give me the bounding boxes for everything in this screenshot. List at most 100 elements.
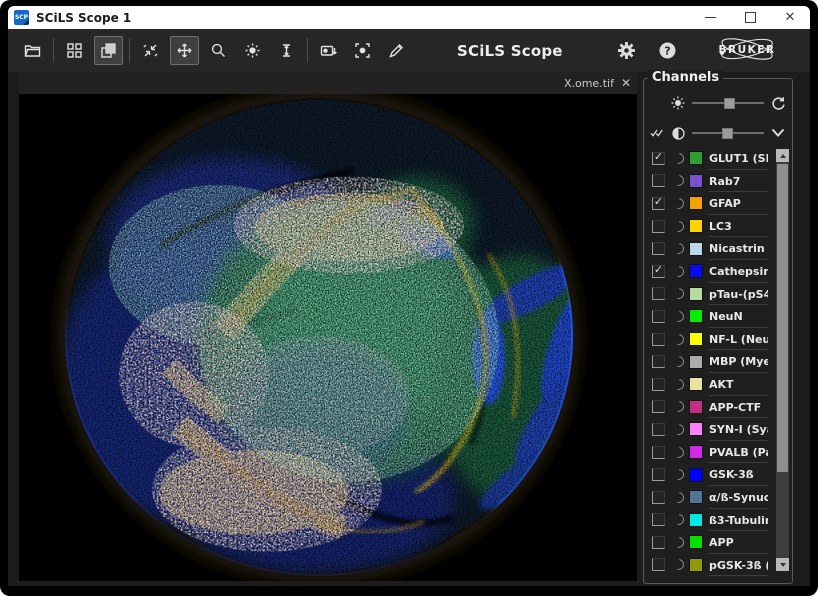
grid-view-icon[interactable] xyxy=(60,36,89,65)
channel-label[interactable]: SYN-I (Syanpsi xyxy=(709,420,768,441)
channel-checkbox[interactable] xyxy=(652,242,665,255)
channel-checkbox[interactable]: ✓ xyxy=(652,152,665,165)
channel-color-swatch[interactable] xyxy=(689,287,703,301)
brightness-icon[interactable] xyxy=(238,36,267,65)
channel-solo-toggle[interactable] xyxy=(671,512,686,527)
minimize-button[interactable] xyxy=(690,6,730,29)
fit-to-view-icon[interactable] xyxy=(136,36,165,65)
channel-color-swatch[interactable] xyxy=(689,377,703,391)
channel-solo-toggle[interactable] xyxy=(671,490,686,505)
channel-solo-toggle[interactable] xyxy=(671,535,686,550)
channel-label[interactable]: MBP (Myelin Ba xyxy=(709,352,768,373)
channel-solo-toggle[interactable] xyxy=(671,422,686,437)
channel-color-swatch[interactable] xyxy=(689,151,703,165)
channel-solo-toggle[interactable] xyxy=(671,399,686,414)
tab-close-icon[interactable]: ✕ xyxy=(621,77,631,89)
channel-solo-toggle[interactable] xyxy=(671,557,686,572)
channel-solo-toggle[interactable] xyxy=(671,286,686,301)
image-tab[interactable]: X.ome.tif ✕ xyxy=(558,72,637,94)
channel-solo-toggle[interactable] xyxy=(671,377,686,392)
channel-label[interactable]: AKT xyxy=(709,375,768,396)
channel-checkbox[interactable] xyxy=(652,423,665,436)
scroll-up-button[interactable] xyxy=(776,149,789,162)
channel-solo-toggle[interactable] xyxy=(671,151,686,166)
channel-label[interactable]: Rab7 xyxy=(709,172,768,193)
channel-color-swatch[interactable] xyxy=(689,445,703,459)
channel-label[interactable]: PVALB (Parvalb xyxy=(709,443,768,464)
scrollbar-thumb[interactable] xyxy=(777,164,788,472)
channel-label[interactable]: Nicastrin xyxy=(709,239,768,260)
channel-color-swatch[interactable] xyxy=(689,332,703,346)
channel-color-swatch[interactable] xyxy=(689,219,703,233)
channel-solo-toggle[interactable] xyxy=(671,444,686,459)
export-image-icon[interactable] xyxy=(314,36,343,65)
channel-solo-toggle[interactable] xyxy=(671,354,686,369)
channel-solo-toggle[interactable] xyxy=(671,241,686,256)
channel-solo-toggle[interactable] xyxy=(671,264,686,279)
channel-checkbox[interactable] xyxy=(652,174,665,187)
image-canvas[interactable] xyxy=(19,94,637,581)
channel-checkbox[interactable] xyxy=(652,287,665,300)
pan-move-icon[interactable] xyxy=(170,36,199,65)
channel-label[interactable]: GFAP xyxy=(709,194,768,215)
channel-solo-toggle[interactable] xyxy=(671,196,686,211)
intensity-range-icon[interactable] xyxy=(272,36,301,65)
channel-label[interactable]: α/ß-Synuclein xyxy=(709,488,768,509)
capture-view-icon[interactable] xyxy=(348,36,377,65)
channel-checkbox[interactable] xyxy=(652,536,665,549)
brightness-slider[interactable] xyxy=(692,97,764,109)
channel-solo-toggle[interactable] xyxy=(671,218,686,233)
channel-checkbox[interactable] xyxy=(652,333,665,346)
channel-color-swatch[interactable] xyxy=(689,400,703,414)
channel-checkbox[interactable] xyxy=(652,220,665,233)
channel-label[interactable]: Cathepsin D xyxy=(709,262,768,283)
chevron-down-icon[interactable] xyxy=(770,128,786,138)
maximize-button[interactable] xyxy=(730,6,770,29)
channel-checkbox[interactable] xyxy=(652,446,665,459)
channel-color-swatch[interactable] xyxy=(689,558,703,572)
channel-checkbox[interactable] xyxy=(652,491,665,504)
channel-label[interactable]: pTau-(pS404) ( xyxy=(709,285,768,306)
contrast-slider[interactable] xyxy=(692,127,764,139)
channel-color-swatch[interactable] xyxy=(689,422,703,436)
channel-color-swatch[interactable] xyxy=(689,468,703,482)
channel-label[interactable]: APP-CTF xyxy=(709,398,768,419)
channel-solo-toggle[interactable] xyxy=(671,309,686,324)
open-folder-icon[interactable] xyxy=(18,36,47,65)
channel-label[interactable]: GSK-3ß xyxy=(709,465,768,486)
channel-label[interactable]: ß3-Tubulin xyxy=(709,511,768,532)
channel-color-swatch[interactable] xyxy=(689,242,703,256)
channel-color-swatch[interactable] xyxy=(689,490,703,504)
channel-checkbox[interactable] xyxy=(652,355,665,368)
channel-color-swatch[interactable] xyxy=(689,355,703,369)
channel-checkbox[interactable] xyxy=(652,400,665,413)
close-button[interactable]: ✕ xyxy=(770,6,810,29)
help-icon[interactable]: ? xyxy=(653,36,682,65)
channel-checkbox[interactable] xyxy=(652,310,665,323)
channel-color-swatch[interactable] xyxy=(689,196,703,210)
channel-checkbox[interactable]: ✓ xyxy=(652,265,665,278)
channel-list-scrollbar[interactable] xyxy=(776,149,789,571)
scroll-down-button[interactable] xyxy=(776,558,789,571)
channel-color-swatch[interactable] xyxy=(689,174,703,188)
channel-label[interactable]: pGSK-3ß (S9) xyxy=(709,556,768,577)
channel-checkbox[interactable] xyxy=(652,378,665,391)
channel-color-swatch[interactable] xyxy=(689,264,703,278)
channel-checkbox[interactable]: ✓ xyxy=(652,197,665,210)
check-all-icon[interactable] xyxy=(650,127,664,139)
channel-checkbox[interactable] xyxy=(652,558,665,571)
channel-label[interactable]: NF-L (Neurofila xyxy=(709,330,768,351)
channel-checkbox[interactable] xyxy=(652,513,665,526)
channel-color-swatch[interactable] xyxy=(689,309,703,323)
channel-label[interactable]: APP xyxy=(709,533,768,554)
layers-view-icon[interactable] xyxy=(94,36,123,65)
channel-solo-toggle[interactable] xyxy=(671,331,686,346)
zoom-icon[interactable] xyxy=(204,36,233,65)
channel-solo-toggle[interactable] xyxy=(671,173,686,188)
channel-label[interactable]: LC3 xyxy=(709,217,768,238)
channel-label[interactable]: GLUT1 (SLC2A1 xyxy=(709,149,768,170)
channel-label[interactable]: NeuN xyxy=(709,307,768,328)
channel-color-swatch[interactable] xyxy=(689,535,703,549)
settings-gear-icon[interactable] xyxy=(612,36,641,65)
channel-solo-toggle[interactable] xyxy=(671,467,686,482)
